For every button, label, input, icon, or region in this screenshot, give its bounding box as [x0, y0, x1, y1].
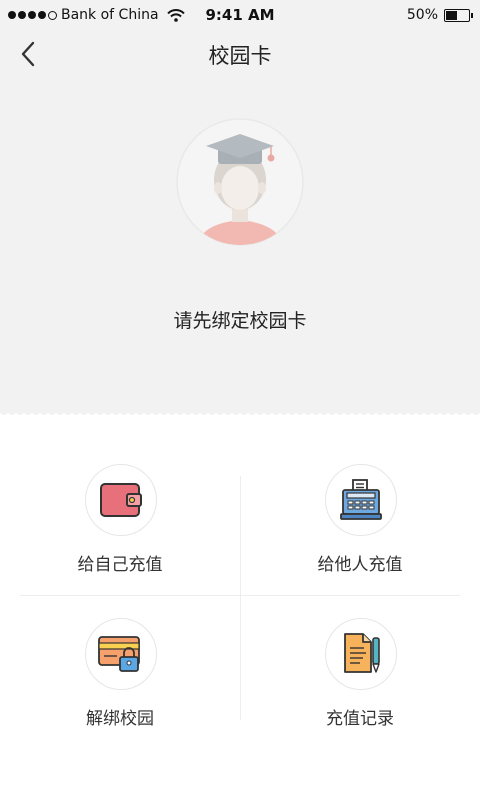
- icon-circle: [325, 618, 397, 690]
- action-label: 解绑校园: [86, 709, 154, 729]
- action-grid: 给自己充值 给他人充值 解绑校园 充值记录: [0, 420, 480, 740]
- action-label: 充值记录: [326, 709, 394, 729]
- bind-card-prompt: 请先绑定校园卡: [173, 310, 307, 332]
- battery-percent: 50%: [406, 7, 438, 23]
- icon-circle: [85, 618, 157, 690]
- icon-circle: [85, 464, 157, 536]
- unbind-card-button[interactable]: 解绑校园: [0, 580, 240, 730]
- action-label: 给自己充值: [77, 555, 163, 575]
- icon-circle: [325, 464, 397, 536]
- card-header-panel: 校园卡 请先绑定校园卡: [0, 30, 480, 412]
- cash-register-icon: [340, 479, 382, 520]
- recharge-history-button[interactable]: 充值记录: [240, 580, 480, 730]
- action-label: 给他人充值: [317, 555, 403, 575]
- scalloped-divider: [0, 408, 480, 415]
- avatar: [176, 118, 304, 246]
- document-pen-icon: [344, 633, 380, 673]
- page-title: 校园卡: [208, 44, 272, 68]
- status-bar: Bank of China 9:41 AM 50%: [0, 0, 480, 30]
- wallet-icon: [100, 483, 142, 517]
- nav-bar: 校园卡: [0, 30, 480, 78]
- graduate-avatar-icon: [176, 118, 304, 246]
- battery-icon: [444, 8, 473, 22]
- recharge-self-button[interactable]: 给自己充值: [0, 420, 240, 575]
- recharge-others-button[interactable]: 给他人充值: [240, 420, 480, 575]
- status-right: 50%: [406, 7, 473, 23]
- card-lock-icon: [98, 636, 140, 672]
